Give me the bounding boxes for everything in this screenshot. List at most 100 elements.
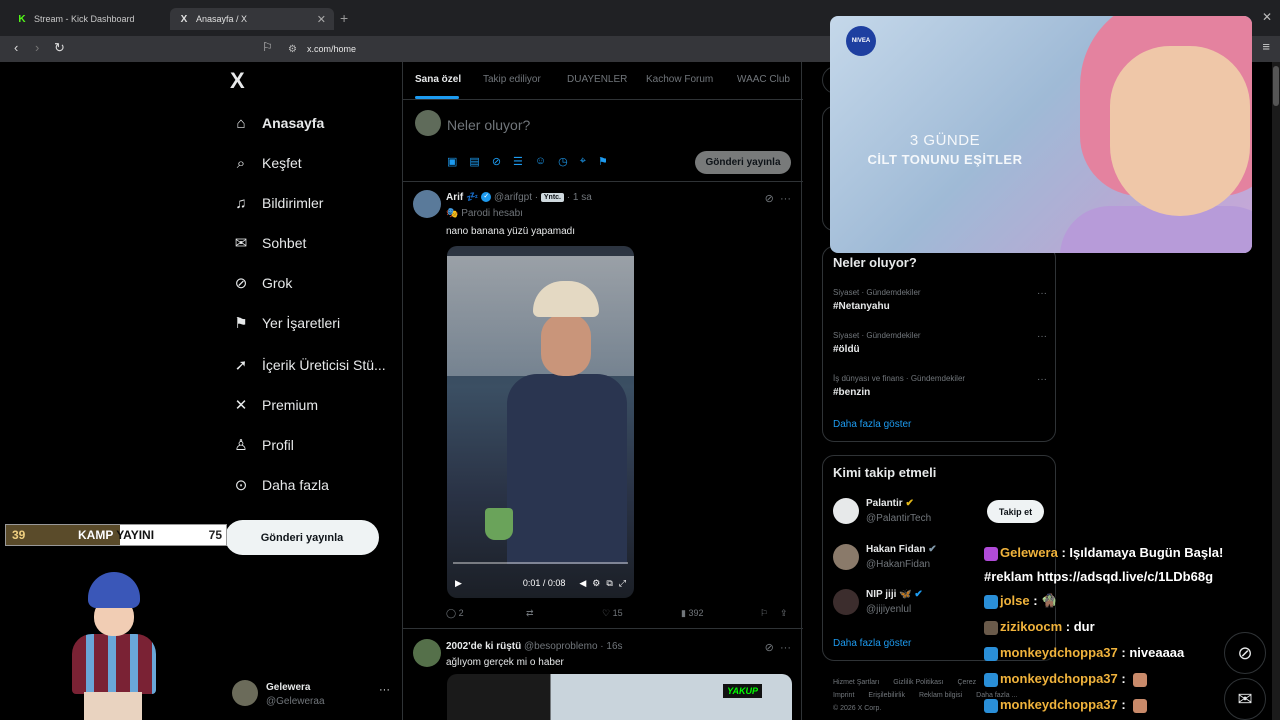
- new-tab-button[interactable]: +: [340, 10, 348, 26]
- media-icon[interactable]: ▣: [447, 155, 457, 168]
- tab-duayenler[interactable]: DUAYENLER: [567, 74, 627, 85]
- tweet-author-name[interactable]: 2002'de ki rüştü: [446, 641, 521, 652]
- grok-explain-icon[interactable]: ⊘ ···: [765, 192, 791, 205]
- tab-for-you[interactable]: Sana özel: [415, 74, 461, 85]
- video-progress[interactable]: [453, 562, 628, 564]
- tweet-handle[interactable]: @arifgpt: [494, 192, 532, 203]
- url-field[interactable]: ⚙ x.com/home: [288, 40, 356, 58]
- sidebar-item-2[interactable]: ⌕ Keşfet: [232, 148, 302, 178]
- more-icon[interactable]: ···: [379, 684, 390, 696]
- home-icon: ⌂: [236, 114, 246, 132]
- tweet[interactable]: 2002'de ki rüştü @besoproblemo · 16s ⊘ ·…: [403, 629, 803, 720]
- poll-icon[interactable]: ☰: [513, 155, 523, 168]
- trend-category: İş dünyası ve finans · Gündemdekiler: [833, 374, 966, 383]
- schedule-icon[interactable]: ◷: [558, 155, 568, 168]
- chat-username[interactable]: jolse: [1000, 593, 1030, 608]
- like-button[interactable]: ♡ 15: [602, 608, 623, 619]
- reload-icon[interactable]: ↻: [54, 40, 65, 56]
- play-icon[interactable]: ▶: [455, 578, 462, 589]
- tweet-video[interactable]: ▶ 0:01 / 0:08 ◀ ⚙ ⧉ ⤢: [447, 246, 634, 598]
- sidebar-item-6[interactable]: ⚑ Yer İşaretleri: [232, 308, 340, 338]
- tweet[interactable]: Arif 💤 ✓ @arifgpt · Yntc. · 1 sa 🎭 Parod…: [403, 182, 803, 629]
- trends-show-more[interactable]: Daha fazla göster: [833, 419, 911, 430]
- forward-icon[interactable]: ›: [35, 40, 39, 55]
- repost-icon[interactable]: ⇄: [526, 608, 534, 619]
- chat-username[interactable]: monkeydchoppa37: [1000, 671, 1118, 686]
- chat-message: monkeydchoppa37 :: [984, 671, 1149, 687]
- compose-input[interactable]: Neler oluyor?: [447, 117, 530, 133]
- page-scrollbar[interactable]: [1272, 62, 1280, 720]
- tweet-time[interactable]: · 16s: [600, 641, 622, 652]
- site-settings-icon[interactable]: ⚙: [288, 44, 297, 55]
- trend-item[interactable]: İş dünyası ve finans · Gündemdekiler #be…: [833, 374, 1047, 398]
- tab-following[interactable]: Takip ediliyor: [483, 74, 541, 85]
- tab-close-icon[interactable]: ✕: [317, 13, 326, 26]
- grok-chat-button[interactable]: ⊘: [1224, 632, 1266, 674]
- volume-icon[interactable]: ◀: [579, 578, 586, 589]
- tweet-time[interactable]: · 1 sa: [567, 192, 592, 203]
- suggestion-name-row: Palantir ✔: [866, 498, 914, 509]
- scrollbar-thumb[interactable]: [1273, 66, 1279, 106]
- sidebar-item-1[interactable]: ⌂ Anasayfa: [232, 108, 324, 138]
- more-icon[interactable]: ···: [1037, 288, 1047, 299]
- footer-link[interactable]: Erişilebilirlik: [868, 692, 905, 699]
- window-close-icon[interactable]: ✕: [1262, 10, 1272, 24]
- trend-item[interactable]: Siyaset · Gündemdekiler #Netanyahu ···: [833, 288, 1047, 312]
- footer-link[interactable]: Çerez: [957, 679, 976, 686]
- tab-waac-club[interactable]: WAAC Club: [737, 74, 790, 85]
- fullscreen-icon[interactable]: ⤢: [619, 578, 626, 589]
- follow-button[interactable]: Takip et: [987, 500, 1044, 523]
- browser-tab-x[interactable]: X Anasayfa / X ✕: [170, 8, 334, 30]
- ad-model-shirt: [1060, 206, 1252, 253]
- footer-link[interactable]: Imprint: [833, 692, 854, 699]
- avatar: [232, 680, 258, 706]
- bookmark-page-icon[interactable]: ⚐: [262, 40, 273, 54]
- trends-title: Neler oluyor?: [833, 255, 917, 270]
- tweet-media[interactable]: YAKUP: [447, 674, 792, 720]
- more-icon[interactable]: ···: [1037, 374, 1047, 385]
- sidebar-item-9[interactable]: ♙ Profil: [232, 430, 294, 460]
- location-icon[interactable]: ⌖: [580, 155, 586, 168]
- sidebar-item-10[interactable]: ⊙ Daha fazla: [232, 470, 329, 500]
- footer-link[interactable]: Hizmet Şartları: [833, 679, 879, 686]
- chat-username[interactable]: Gelewera: [1000, 545, 1058, 560]
- sidebar-item-5[interactable]: ⊘ Grok: [232, 268, 293, 298]
- footer-link[interactable]: Gizlilik Politikası: [893, 679, 943, 686]
- gif-icon[interactable]: ▤: [469, 155, 479, 168]
- trend-item[interactable]: Siyaset · Gündemdekiler #öldü ···: [833, 331, 1047, 355]
- browser-menu-icon[interactable]: ≡: [1262, 39, 1270, 54]
- footer-link[interactable]: Reklam bilgisi: [919, 692, 962, 699]
- emoji-icon[interactable]: ☺: [535, 155, 546, 168]
- chat-username[interactable]: monkeydchoppa37: [1000, 697, 1118, 712]
- sidebar-item-3[interactable]: ♫ Bildirimler: [232, 188, 323, 218]
- reply-button[interactable]: ◯ 2: [446, 608, 464, 619]
- sidebar-item-7[interactable]: ➚ İçerik Üreticisi Stü...: [232, 350, 386, 380]
- chat-username[interactable]: zizikoocm: [1000, 619, 1062, 634]
- avatar[interactable]: [413, 190, 441, 218]
- x-logo-icon[interactable]: X: [230, 68, 245, 94]
- avatar[interactable]: [413, 639, 441, 667]
- browser-tab-kick[interactable]: K Stream - Kick Dashboard: [8, 8, 164, 30]
- post-button[interactable]: Gönderi yayınla: [225, 520, 379, 555]
- tweet-handle[interactable]: @besoproblemo: [524, 641, 598, 652]
- more-icon[interactable]: ···: [1037, 331, 1047, 342]
- views-button[interactable]: ▮ 392: [681, 608, 704, 619]
- who-to-follow-show-more[interactable]: Daha fazla göster: [833, 638, 911, 649]
- grok-icon[interactable]: ⊘: [492, 155, 501, 168]
- sidebar-item-8[interactable]: ✕ Premium: [232, 390, 318, 420]
- sidebar-item-4[interactable]: ✉ Sohbet: [232, 228, 307, 258]
- back-icon[interactable]: ‹: [14, 40, 18, 55]
- flag-icon[interactable]: ⚑: [598, 155, 608, 168]
- tweet-author-name[interactable]: Arif: [446, 192, 463, 203]
- chat-username[interactable]: monkeydchoppa37: [1000, 645, 1118, 660]
- messages-button[interactable]: ✉: [1224, 678, 1266, 720]
- compose-post-button[interactable]: Gönderi yayınla: [695, 151, 791, 174]
- grok-explain-icon[interactable]: ⊘ ···: [765, 641, 791, 654]
- bookmark-icon[interactable]: ⚐: [760, 608, 768, 619]
- tab-title: Anasayfa / X: [196, 14, 248, 24]
- account-switcher[interactable]: Gelewera @Geleweraa ···: [232, 680, 390, 710]
- tab-kachow-forum[interactable]: Kachow Forum: [646, 74, 713, 85]
- pip-icon[interactable]: ⧉: [606, 578, 612, 589]
- settings-icon[interactable]: ⚙: [592, 578, 600, 589]
- share-icon[interactable]: ⇪: [780, 608, 788, 619]
